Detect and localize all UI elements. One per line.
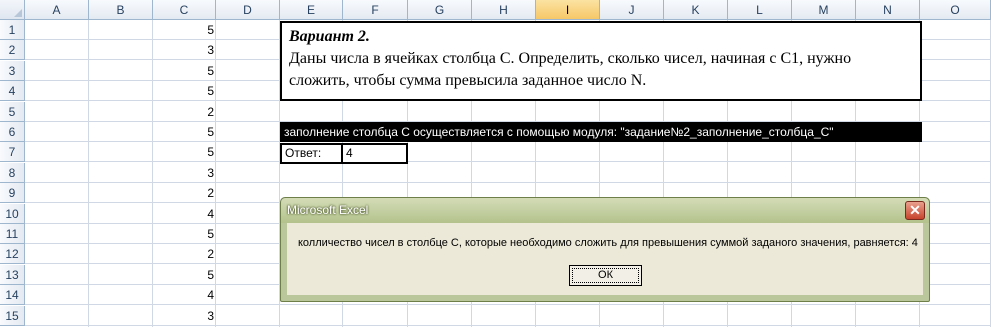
- cell-c4[interactable]: 5: [152, 81, 214, 101]
- cell-c8[interactable]: 3: [152, 163, 214, 183]
- row-header-5[interactable]: 5: [0, 102, 25, 122]
- column-header-h[interactable]: H: [472, 0, 536, 20]
- row-header-7[interactable]: 7: [0, 142, 25, 162]
- cell-c11[interactable]: 5: [152, 224, 214, 244]
- row-header-8[interactable]: 8: [0, 163, 25, 183]
- dialog-title: Microsoft Excel: [287, 203, 369, 217]
- cell-c2[interactable]: 3: [152, 40, 214, 60]
- column-header-d[interactable]: D: [216, 0, 280, 20]
- select-all-corner[interactable]: [0, 0, 25, 20]
- column-header-n[interactable]: N: [856, 0, 920, 20]
- column-header-f[interactable]: F: [343, 0, 408, 20]
- cell-c14[interactable]: 4: [152, 285, 214, 305]
- cell-c3[interactable]: 5: [152, 61, 214, 81]
- row-header-4[interactable]: 4: [0, 81, 25, 101]
- row-header-2[interactable]: 2: [0, 40, 25, 60]
- message-dialog: Microsoft Excel ✕ колличество чисел в ст…: [280, 197, 930, 302]
- column-header-e[interactable]: E: [280, 0, 343, 20]
- task-text: Даны числа в ячейках столбца С. Определи…: [289, 50, 852, 89]
- gridline: [215, 20, 216, 327]
- column-header-j[interactable]: J: [600, 0, 664, 20]
- gridline: [88, 20, 89, 327]
- cell-c13[interactable]: 5: [152, 265, 214, 285]
- row-header-10[interactable]: 10: [0, 204, 25, 224]
- cell-c15[interactable]: 3: [152, 306, 214, 326]
- row-header-3[interactable]: 3: [0, 61, 25, 81]
- dialog-message: колличество чисел в столбце С, которые н…: [298, 237, 918, 249]
- cell-c10[interactable]: 4: [152, 204, 214, 224]
- column-header-k[interactable]: K: [664, 0, 728, 20]
- row-header-13[interactable]: 13: [0, 265, 25, 285]
- answer-value[interactable]: 4: [341, 143, 408, 164]
- cell-c1[interactable]: 5: [152, 20, 214, 40]
- row-header-15[interactable]: 15: [0, 306, 25, 326]
- row-header-14[interactable]: 14: [0, 285, 25, 305]
- close-icon[interactable]: ✕: [905, 201, 925, 220]
- dialog-body: колличество чисел в столбце С, которые н…: [287, 223, 923, 295]
- row-header-11[interactable]: 11: [0, 224, 25, 244]
- task-title: Вариант 2.: [289, 28, 370, 45]
- column-header-m[interactable]: M: [792, 0, 856, 20]
- cell-c7[interactable]: 5: [152, 142, 214, 162]
- spreadsheet: ABCDEFGHIJKLMNO 1 2 3 4 5 6 7 8 9 10 11 12 13 14 15 53…: [0, 0, 991, 327]
- column-header-a[interactable]: A: [25, 0, 89, 20]
- column-header-b[interactable]: B: [89, 0, 153, 20]
- task-textbox[interactable]: Вариант 2. Даны числа в ячейках столбца …: [280, 21, 922, 101]
- dialog-titlebar[interactable]: Microsoft Excel ✕: [281, 198, 929, 223]
- answer-label[interactable]: Ответ:: [280, 143, 343, 164]
- row-header-1[interactable]: 1: [0, 20, 25, 40]
- ok-button[interactable]: ОК: [569, 265, 642, 286]
- row-header-9[interactable]: 9: [0, 183, 25, 203]
- column-header-g[interactable]: G: [408, 0, 472, 20]
- cell-c9[interactable]: 2: [152, 183, 214, 203]
- cell-c6[interactable]: 5: [152, 122, 214, 142]
- cell-c5[interactable]: 2: [152, 102, 214, 122]
- row-header-6[interactable]: 6: [0, 122, 25, 142]
- cell-c12[interactable]: 2: [152, 244, 214, 264]
- column-header-l[interactable]: L: [728, 0, 792, 20]
- column-header-o[interactable]: O: [920, 0, 991, 20]
- column-header-c[interactable]: C: [153, 0, 216, 20]
- row-header-12[interactable]: 12: [0, 244, 25, 264]
- column-header-i[interactable]: I: [536, 0, 600, 20]
- info-bar: заполнение столбца С осуществляется с по…: [280, 122, 922, 142]
